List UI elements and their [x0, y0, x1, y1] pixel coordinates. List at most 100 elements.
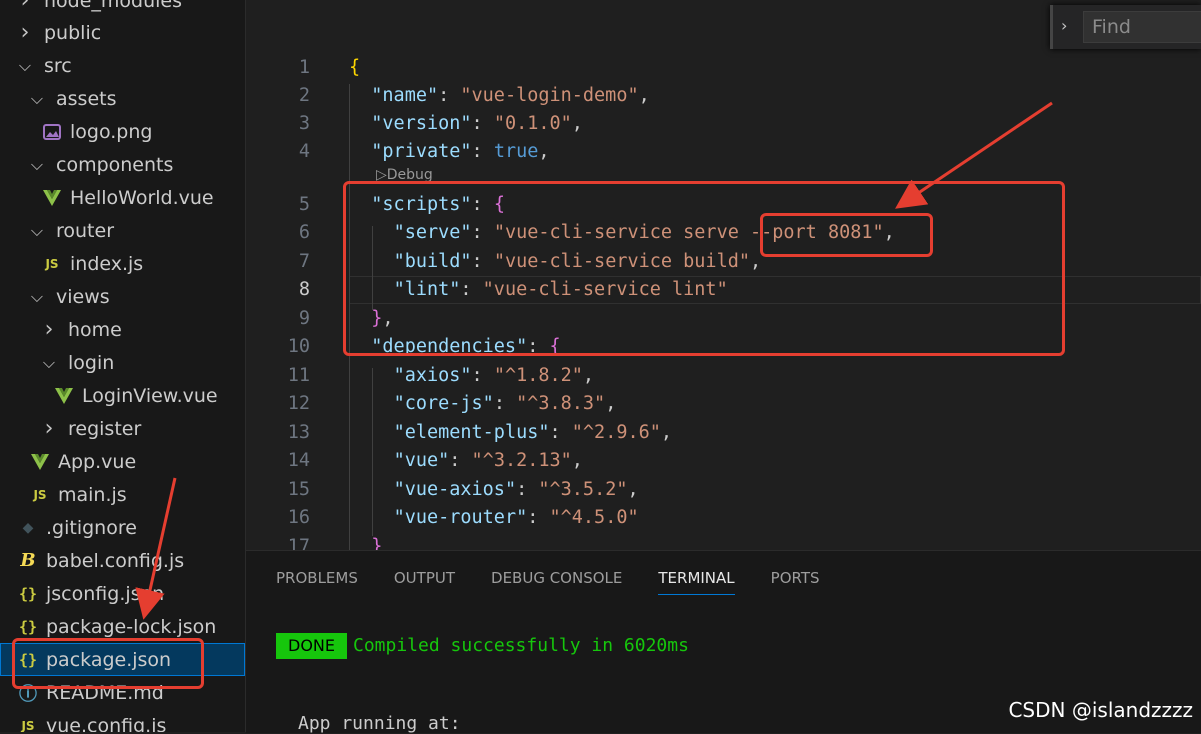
- tree-item-assets[interactable]: ⌵ assets: [0, 82, 245, 115]
- code-text: "vue-router": "^4.5.0": [393, 507, 639, 528]
- js-file-icon: JS: [21, 718, 35, 733]
- chevron-right-icon: ›: [20, 0, 30, 13]
- code-text: }: [371, 536, 383, 550]
- chevron-right-icon: ›: [20, 20, 30, 45]
- vue-file-icon: [54, 387, 74, 404]
- tab-terminal[interactable]: TERMINAL: [658, 569, 735, 595]
- watermark: CSDN @islandzzzz: [1008, 698, 1193, 722]
- tree-item-label: views: [56, 285, 110, 308]
- tree-item-label: App.vue: [58, 450, 137, 473]
- code-line[interactable]: 12 "core-js": "^3.8.3",: [246, 390, 1201, 418]
- tree-item-login[interactable]: ⌵ login: [0, 346, 245, 379]
- tree-item-label: components: [56, 153, 174, 176]
- tree-item-public[interactable]: › public: [0, 16, 245, 49]
- tree-item-vue-config-js[interactable]: JS vue.config.js: [0, 709, 245, 733]
- code-text: "axios": "^1.8.2",: [393, 365, 595, 386]
- tree-item-label: public: [44, 21, 102, 44]
- image-file-icon: [42, 123, 62, 140]
- find-input[interactable]: Find: [1083, 11, 1201, 43]
- explorer-sidebar: › node_modules › public ⌵ src ⌵ assets logo.png ⌵…: [0, 0, 246, 732]
- compile-message: Compiled successfully in 6020ms: [353, 635, 689, 656]
- chevron-right-icon: ›: [44, 317, 54, 342]
- chevron-right-icon[interactable]: ›: [1061, 16, 1067, 35]
- line-number: 8: [298, 279, 310, 300]
- code-line[interactable]: 15 "vue-axios": "^3.5.2",: [246, 476, 1201, 504]
- tree-item-main-js[interactable]: JS main.js: [0, 478, 245, 511]
- code-line[interactable]: 14 "vue": "^3.2.13",: [246, 447, 1201, 475]
- scripts-highlight-box: [343, 181, 1065, 356]
- tree-item-label: jsconfig.json: [46, 582, 165, 605]
- tree-item-gitignore[interactable]: ◆ .gitignore: [0, 511, 245, 544]
- tree-item-loginview-vue[interactable]: LoginView.vue: [0, 379, 245, 412]
- code-line[interactable]: 17 }: [246, 533, 1201, 550]
- tree-item-label: babel.config.js: [46, 549, 185, 572]
- tab-output[interactable]: OUTPUT: [394, 569, 455, 595]
- tree-item-helloworld-vue[interactable]: HelloWorld.vue: [0, 181, 245, 214]
- line-number: 11: [287, 365, 310, 386]
- tree-item-jsconfig-json[interactable]: {} jsconfig.json: [0, 577, 245, 610]
- line-number: 6: [298, 222, 310, 243]
- tree-item-label: .gitignore: [46, 516, 137, 539]
- line-number: 13: [287, 422, 310, 443]
- tree-item-label: register: [68, 417, 142, 440]
- tree-item-logo-png[interactable]: logo.png: [0, 115, 245, 148]
- tree-item-register[interactable]: › register: [0, 412, 245, 445]
- code-text: "name": "vue-login-demo",: [371, 85, 650, 106]
- tree-item-label: main.js: [58, 483, 127, 506]
- tab-problems[interactable]: PROBLEMS: [276, 569, 358, 595]
- tree-item-router[interactable]: ⌵ router: [0, 214, 245, 247]
- code-text: "vue-axios": "^3.5.2",: [393, 479, 639, 500]
- line-number: 5: [298, 194, 310, 215]
- tab-debug-console[interactable]: DEBUG CONSOLE: [491, 569, 622, 595]
- find-widget: › Find: [1050, 5, 1201, 49]
- git-file-icon: ◆: [22, 519, 34, 536]
- code-line[interactable]: 13 "element-plus": "^2.9.6",: [246, 419, 1201, 447]
- tree-item-home[interactable]: › home: [0, 313, 245, 346]
- tree-item-label: router: [56, 219, 115, 242]
- tree-item-app-vue[interactable]: App.vue: [0, 445, 245, 478]
- vue-file-icon: [42, 189, 62, 206]
- line-number: 17: [287, 536, 310, 550]
- code-text: {: [349, 57, 361, 78]
- tree-item-label: LoginView.vue: [82, 384, 218, 407]
- js-file-icon: JS: [33, 487, 47, 502]
- line-number: 14: [287, 450, 310, 471]
- line-number: 1: [298, 57, 310, 78]
- chevron-down-icon: ⌵: [30, 154, 44, 174]
- line-number: 16: [287, 507, 310, 528]
- chevron-down-icon: ⌵: [30, 286, 44, 306]
- code-text: "private": true,: [371, 141, 550, 162]
- tree-item-src[interactable]: ⌵ src: [0, 49, 245, 82]
- tree-item-index-js[interactable]: JS index.js: [0, 247, 245, 280]
- code-line[interactable]: 4 "private": true,: [246, 138, 1201, 166]
- code-text: "version": "0.1.0",: [371, 113, 583, 134]
- tree-item-components[interactable]: ⌵ components: [0, 148, 245, 181]
- line-number: 9: [298, 308, 310, 329]
- code-line[interactable]: 1{: [246, 54, 1201, 82]
- tab-ports[interactable]: PORTS: [771, 569, 820, 595]
- code-line[interactable]: 3 "version": "0.1.0",: [246, 110, 1201, 138]
- line-number: 7: [298, 251, 310, 272]
- json-file-icon: {}: [18, 584, 38, 603]
- chevron-down-icon: ⌵: [30, 88, 44, 108]
- code-line[interactable]: 16 "vue-router": "^4.5.0": [246, 504, 1201, 532]
- tree-item-node-modules[interactable]: › node_modules: [0, 0, 245, 17]
- tree-item-label: node_modules: [44, 0, 183, 12]
- line-number: 10: [287, 336, 310, 357]
- vue-file-icon: [30, 453, 50, 470]
- chevron-down-icon: ⌵: [42, 352, 56, 372]
- code-text: "element-plus": "^2.9.6",: [393, 422, 673, 443]
- tree-item-label: logo.png: [70, 120, 153, 143]
- tree-item-babel-config-js[interactable]: Bbabel.config.js: [0, 544, 245, 577]
- code-line[interactable]: 11 "axios": "^1.8.2",: [246, 362, 1201, 390]
- line-number: 15: [287, 479, 310, 500]
- code-text: "core-js": "^3.8.3",: [393, 393, 617, 414]
- tree-item-views[interactable]: ⌵ views: [0, 280, 245, 313]
- babel-file-icon: B: [20, 550, 36, 571]
- code-line[interactable]: 2 "name": "vue-login-demo",: [246, 82, 1201, 110]
- chevron-down-icon: ⌵: [30, 220, 44, 240]
- done-badge: DONE: [276, 633, 347, 659]
- tree-item-label: login: [68, 351, 115, 374]
- line-number: 12: [287, 393, 310, 414]
- tree-item-label: assets: [56, 87, 117, 110]
